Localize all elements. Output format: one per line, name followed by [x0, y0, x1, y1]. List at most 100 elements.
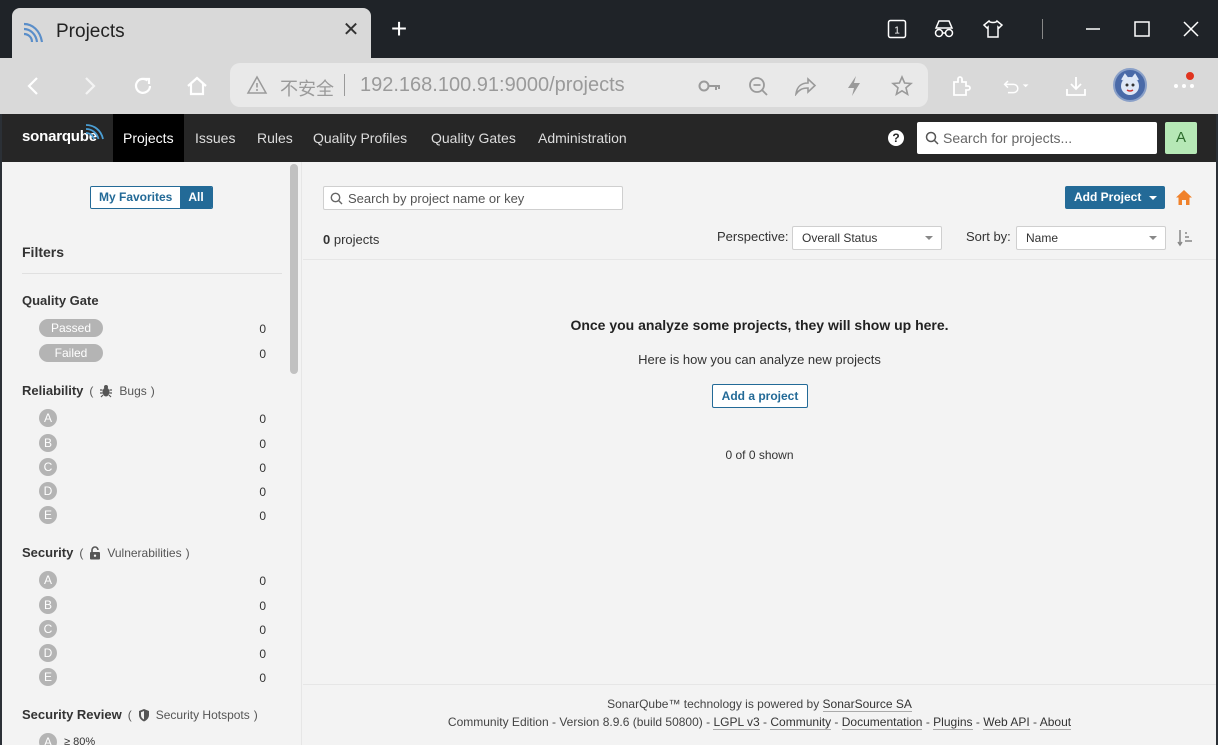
reliability-rating-b[interactable]: B [39, 434, 57, 452]
security-close-paren: ) [185, 545, 190, 560]
warning-icon[interactable] [246, 75, 268, 95]
sort-direction-icon[interactable] [1177, 229, 1193, 247]
tab-count-text: 1 [894, 26, 900, 37]
window-controls-divider [1042, 19, 1043, 39]
security-e-count: 0 [259, 671, 266, 685]
maximize-icon[interactable] [1127, 14, 1157, 44]
lightning-icon[interactable] [842, 74, 866, 98]
nav-rules[interactable]: Rules [247, 114, 303, 162]
security-a-count: 0 [259, 574, 266, 588]
facet-passed-count: 0 [259, 322, 266, 336]
sidebar-scrollbar[interactable] [289, 162, 299, 745]
browser-tab[interactable]: Projects ✕ [12, 8, 371, 58]
reliability-rating-c[interactable]: C [39, 458, 57, 476]
security-review-sub: Security Hotspots [155, 707, 250, 722]
security-rating-c[interactable]: C [39, 620, 57, 638]
key-icon[interactable] [698, 74, 722, 98]
footer-powered-by: SonarQube™ technology is powered by Sona… [303, 697, 1216, 712]
address-url[interactable]: 192.168.100.91:9000/projects [360, 74, 625, 97]
footer-link-about[interactable]: About [1039, 715, 1072, 730]
security-d-count: 0 [259, 647, 266, 661]
bookmark-star-icon[interactable] [890, 74, 914, 98]
tab-overview-icon[interactable]: 1 [882, 14, 912, 44]
reliability-rating-a[interactable]: A [39, 409, 57, 427]
global-search-input[interactable] [943, 122, 1153, 154]
security-rating-e[interactable]: E [39, 668, 57, 686]
skin-shirt-icon[interactable] [978, 14, 1008, 44]
home-icon[interactable] [1175, 189, 1193, 206]
security-rating-a[interactable]: A [39, 571, 57, 589]
security-rating-d[interactable]: D [39, 644, 57, 662]
footer-link-plugins[interactable]: Plugins [933, 715, 973, 730]
zoom-out-icon[interactable] [746, 74, 770, 98]
window-close-icon[interactable] [1176, 14, 1206, 44]
quality-gate-facet-title[interactable]: Quality Gate [22, 293, 99, 308]
reload-icon[interactable] [129, 72, 157, 100]
reliability-b-count: 0 [259, 437, 266, 451]
footer-link-license[interactable]: LGPL v3 [713, 715, 760, 730]
footer-link-web-api[interactable]: Web API [983, 715, 1030, 730]
project-search-input[interactable] [348, 187, 618, 209]
security-facet-title[interactable]: Security ( Vulnerabilities ) [22, 545, 190, 560]
security-review-a-range: ≥ 80% [64, 736, 96, 745]
undo-dropdown-icon[interactable] [1003, 72, 1031, 100]
nav-projects[interactable]: Projects [113, 114, 184, 162]
footer-divider [303, 684, 1216, 685]
footer-sep: - [706, 715, 711, 729]
global-search-box[interactable] [917, 122, 1157, 154]
nav-quality-profiles[interactable]: Quality Profiles [303, 114, 417, 162]
empty-state-subtitle: Here is how you can analyze new projects [638, 352, 881, 367]
extensions-icon[interactable] [948, 72, 976, 100]
browser-profile-avatar[interactable] [1113, 68, 1147, 102]
incognito-icon[interactable] [929, 14, 959, 44]
browser-toolbar: 不安全 192.168.100.91:9000/projects [0, 58, 1218, 114]
back-icon[interactable] [20, 72, 48, 100]
project-count: 0 projects [323, 232, 379, 247]
sonarsource-link[interactable]: SonarSource SA [822, 697, 912, 712]
security-review-rating-a[interactable]: A [39, 733, 57, 745]
my-favorites-button[interactable]: My Favorites [91, 187, 181, 208]
nav-quality-gates[interactable]: Quality Gates [421, 114, 526, 162]
add-project-button[interactable]: Add Project [1065, 186, 1165, 209]
footer-link-community[interactable]: Community [770, 715, 832, 730]
footer-link-documentation[interactable]: Documentation [841, 715, 923, 730]
favorites-toggle[interactable]: My Favorites All [90, 186, 213, 209]
facet-passed[interactable]: Passed [39, 319, 103, 337]
reliability-facet-title[interactable]: Reliability ( Bugs ) [22, 383, 155, 398]
perspective-select[interactable]: Overall Status [792, 226, 942, 250]
home-icon[interactable] [183, 72, 211, 100]
notification-badge [1184, 70, 1196, 82]
footer-sep: - [1033, 715, 1038, 729]
reliability-title: Reliability [22, 383, 84, 398]
facet-failed-count: 0 [259, 347, 266, 361]
reliability-rating-d[interactable]: D [39, 482, 57, 500]
tab-close-icon[interactable]: ✕ [341, 20, 361, 40]
sidebar-scroll-thumb[interactable] [290, 164, 298, 374]
perspective-value: Overall Status [802, 231, 878, 245]
nav-administration[interactable]: Administration [528, 114, 637, 162]
help-icon[interactable]: ? [888, 130, 904, 146]
all-button[interactable]: All [180, 187, 212, 208]
add-project-label: Add Project [1074, 190, 1142, 204]
project-search-box[interactable] [323, 186, 623, 210]
user-avatar[interactable]: A [1165, 122, 1197, 154]
reliability-c-count: 0 [259, 461, 266, 475]
nav-issues[interactable]: Issues [185, 114, 245, 162]
reliability-rating-e[interactable]: E [39, 506, 57, 524]
download-icon[interactable] [1062, 72, 1090, 100]
empty-state-title: Once you analyze some projects, they wil… [570, 317, 949, 333]
reliability-e-count: 0 [259, 509, 266, 523]
new-tab-icon[interactable]: + [386, 15, 412, 43]
perspective-label: Perspective: [717, 229, 789, 244]
address-bar[interactable]: 不安全 192.168.100.91:9000/projects [230, 63, 928, 107]
reliability-close-paren: ) [150, 383, 155, 398]
share-icon[interactable] [793, 74, 817, 98]
sort-select[interactable]: Name [1016, 226, 1166, 250]
minimize-icon[interactable] [1078, 14, 1108, 44]
security-rating-b[interactable]: B [39, 596, 57, 614]
security-review-facet-title[interactable]: Security Review ( Security Hotspots ) [22, 707, 258, 722]
add-a-project-button[interactable]: Add a project [712, 384, 808, 408]
facet-failed[interactable]: Failed [39, 344, 103, 362]
forward-icon[interactable] [75, 72, 103, 100]
sort-value: Name [1026, 231, 1059, 245]
